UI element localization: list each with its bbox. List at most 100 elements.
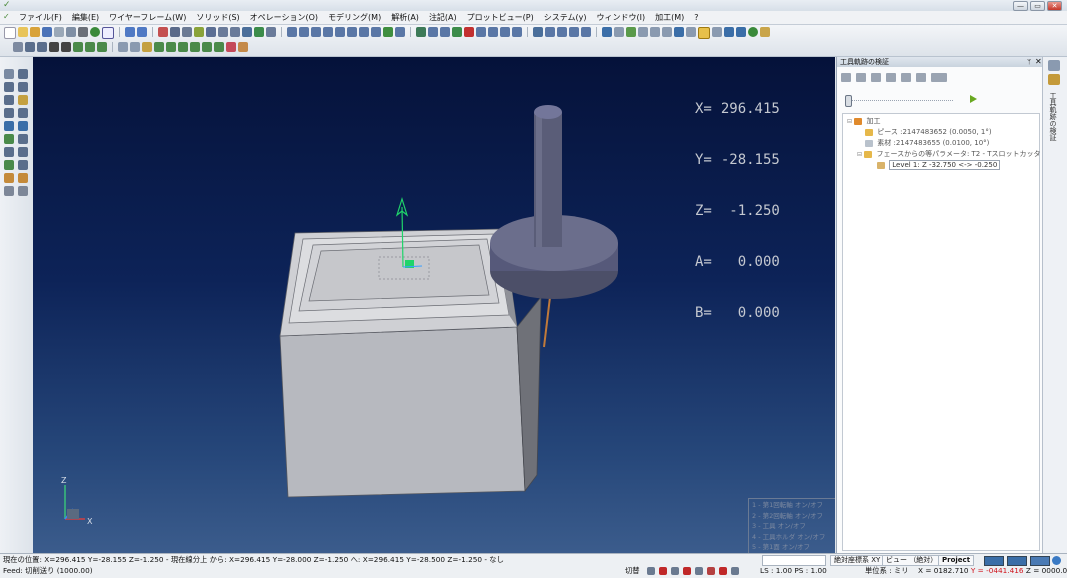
status-lock-icon[interactable] xyxy=(707,567,715,575)
spline-icon[interactable] xyxy=(266,27,276,37)
pause-icon[interactable] xyxy=(841,73,851,82)
setup-icon[interactable] xyxy=(662,27,672,37)
tree-item-level[interactable]: Level 1: Z -32.750 <-> -0.250 xyxy=(877,160,1001,170)
toolpath-verify-icon[interactable] xyxy=(698,27,710,39)
menu-edit[interactable]: 編集(E) xyxy=(67,12,104,23)
save-as-icon[interactable] xyxy=(54,27,64,37)
sphere-icon[interactable] xyxy=(311,27,321,37)
simulate-icon[interactable] xyxy=(712,27,722,37)
section-icon[interactable] xyxy=(214,42,224,52)
menu-solid[interactable]: ソリッド(S) xyxy=(191,12,244,23)
zoom-icon[interactable] xyxy=(142,42,152,52)
hole-icon[interactable] xyxy=(4,160,14,170)
nc-code-icon[interactable] xyxy=(686,27,696,37)
layer-icon[interactable] xyxy=(557,27,567,37)
check-icon[interactable] xyxy=(452,27,462,37)
cancel-x-icon[interactable] xyxy=(464,27,474,37)
print-icon[interactable] xyxy=(78,27,88,37)
rectangle-icon[interactable] xyxy=(18,82,28,92)
view-front-icon[interactable] xyxy=(25,42,35,52)
cylinder-icon[interactable] xyxy=(299,27,309,37)
layer-toggle-3[interactable]: 3 - 工具 オン/オフ xyxy=(752,521,832,532)
surface-icon[interactable] xyxy=(4,121,14,131)
arc-icon[interactable] xyxy=(182,27,192,37)
status-display-icon[interactable] xyxy=(647,567,655,575)
layer-toggle-4[interactable]: 4 - 工具ホルダ オン/オフ xyxy=(752,532,832,543)
trim-icon[interactable] xyxy=(194,27,204,37)
view-dimetric-icon[interactable] xyxy=(61,42,71,52)
array-icon[interactable] xyxy=(500,27,510,37)
import-icon[interactable] xyxy=(30,27,40,37)
zoom-window-icon[interactable] xyxy=(166,42,176,52)
online-help-icon[interactable] xyxy=(748,27,758,37)
wcs-icon[interactable] xyxy=(569,27,579,37)
select-icon[interactable] xyxy=(4,69,14,79)
extend-icon[interactable] xyxy=(206,27,216,37)
settings-icon[interactable] xyxy=(736,27,746,37)
display-mode-swatch-2[interactable] xyxy=(1007,556,1027,566)
back-arrow-icon[interactable] xyxy=(4,186,14,196)
window-icon[interactable] xyxy=(102,27,114,39)
drill-icon[interactable] xyxy=(4,173,14,183)
torus-icon[interactable] xyxy=(335,27,345,37)
display-mode-swatch-3[interactable] xyxy=(1030,556,1050,566)
revolve-icon[interactable] xyxy=(359,27,369,37)
menu-file[interactable]: ファイル(F) xyxy=(14,12,67,23)
measure-icon[interactable] xyxy=(416,27,426,37)
split-icon[interactable] xyxy=(18,134,28,144)
globe-icon[interactable] xyxy=(90,27,100,37)
menu-system[interactable]: システム(y) xyxy=(539,12,592,23)
panel-close-button[interactable]: ✕ xyxy=(1035,57,1042,67)
pocket-icon[interactable] xyxy=(18,173,28,183)
fillet-icon[interactable] xyxy=(230,27,240,37)
join-icon[interactable] xyxy=(4,147,14,157)
tree-item-operation[interactable]: ⊟ フェースからの等パラメータ: T2 - Tスロットカッタ xyxy=(857,149,1041,160)
delete-icon[interactable] xyxy=(158,27,168,37)
app-menu-icon[interactable]: ✓ xyxy=(3,12,12,22)
coord-system-indicator[interactable]: 絶対座標系 XY xyxy=(830,555,885,566)
mirror-icon[interactable] xyxy=(488,27,498,37)
ellipse-icon[interactable] xyxy=(18,95,28,105)
clip-icon[interactable] xyxy=(226,42,236,52)
polygon-icon[interactable] xyxy=(4,108,14,118)
post-process-icon[interactable] xyxy=(674,27,684,37)
status-snap-icon[interactable] xyxy=(683,567,691,575)
layer-toggle-2[interactable]: 2 - 第2回転軸 オン/オフ xyxy=(752,511,832,522)
playback-slider-track[interactable] xyxy=(845,100,953,102)
shaded-icon[interactable] xyxy=(73,42,83,52)
close-button[interactable]: ✕ xyxy=(1047,1,1062,11)
layer-toggle-5[interactable]: 5 - 第1面 オン/オフ xyxy=(752,542,832,553)
tree-item-piece[interactable]: ピース :2147483652 (0.0050, 1°) xyxy=(865,127,992,137)
playback-slider-thumb[interactable] xyxy=(845,95,852,107)
snap-icon[interactable] xyxy=(545,27,555,37)
annotate-icon[interactable] xyxy=(440,27,450,37)
stock-icon[interactable] xyxy=(638,27,648,37)
point-icon[interactable] xyxy=(18,69,28,79)
curve-icon[interactable] xyxy=(254,27,264,37)
stop-icon[interactable] xyxy=(886,73,896,82)
grid-icon[interactable] xyxy=(581,27,591,37)
redo-icon[interactable] xyxy=(137,27,147,37)
menu-machining[interactable]: 加工(M) xyxy=(650,12,689,23)
view-indicator[interactable]: ビュー （絶対） xyxy=(882,555,942,566)
graphics-viewport[interactable]: Z X X= 296.415 Y= -28.155 Z= -1.250 A= 0.000… xyxy=(33,57,835,553)
maximize-button[interactable]: ▭ xyxy=(1030,1,1045,11)
display-mode-swatch-1[interactable] xyxy=(984,556,1004,566)
network-globe-icon[interactable] xyxy=(1052,556,1061,565)
menu-plot-view[interactable]: プロットビュー(P) xyxy=(462,12,539,23)
dock-tab-icon-1[interactable] xyxy=(1048,60,1060,71)
loft-icon[interactable] xyxy=(383,27,393,37)
open-folder-icon[interactable] xyxy=(18,27,28,37)
report-icon[interactable] xyxy=(724,27,734,37)
command-search-input[interactable] xyxy=(762,555,826,566)
solid-box-icon[interactable] xyxy=(287,27,297,37)
dock-tab-icon-2[interactable] xyxy=(1048,74,1060,85)
menu-modeling[interactable]: モデリング(M) xyxy=(323,12,386,23)
pin-icon[interactable]: ᛘ xyxy=(1027,57,1031,67)
cone-icon[interactable] xyxy=(323,27,333,37)
status-plus-icon[interactable] xyxy=(731,567,739,575)
thread-icon[interactable] xyxy=(18,160,28,170)
dock-tab-toolpath-verify[interactable]: 工具軌跡の検証 xyxy=(1048,92,1058,141)
info-icon[interactable] xyxy=(533,27,543,37)
speed-dropdown-icon[interactable] xyxy=(931,73,947,82)
